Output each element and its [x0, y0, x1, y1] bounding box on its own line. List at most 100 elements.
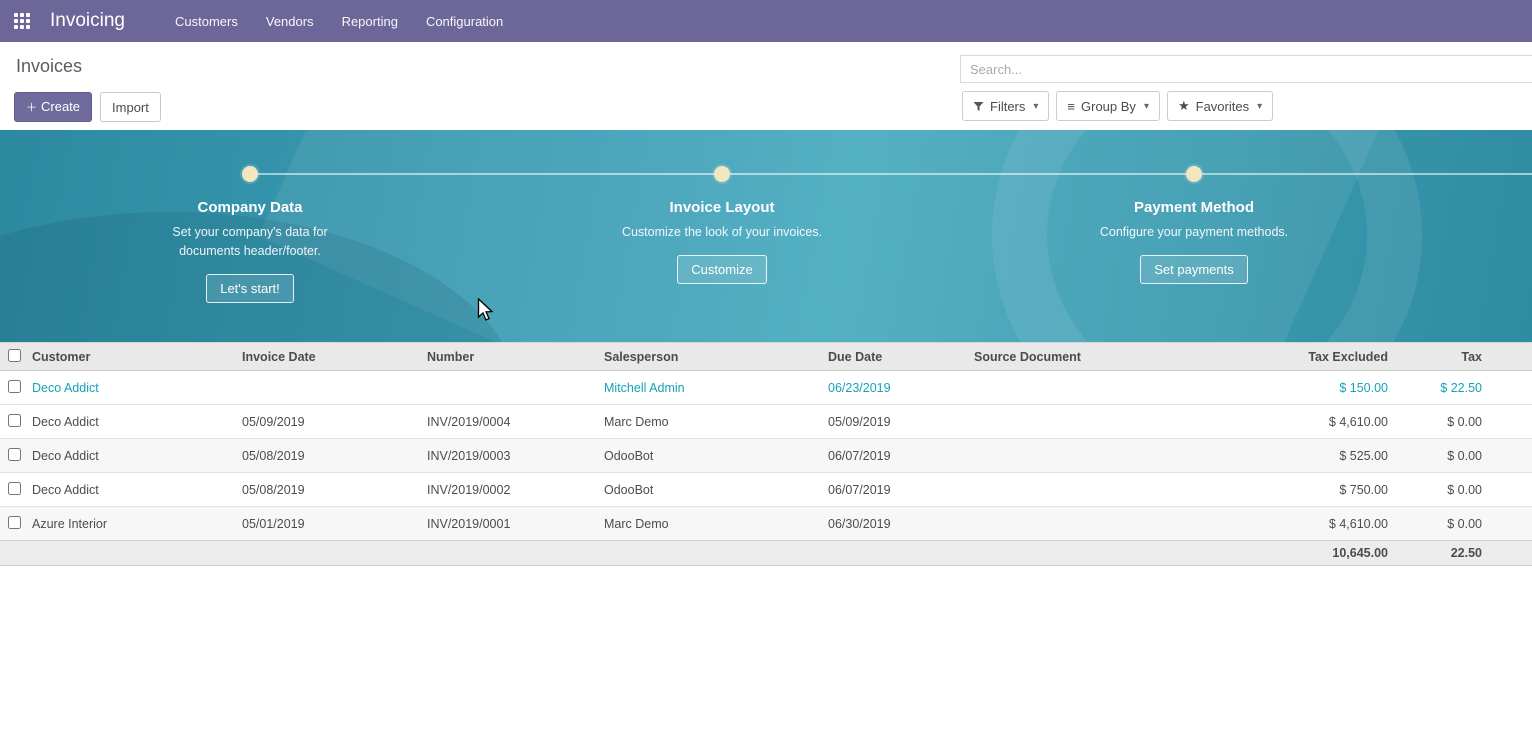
table-row[interactable]: Deco Addict 05/08/2019 INV/2019/0002 Odo…: [0, 473, 1532, 507]
cell-invoice-date[interactable]: 05/08/2019: [238, 439, 423, 473]
step-description: Set your company's data for documents he…: [148, 223, 353, 261]
cell-source-document[interactable]: [970, 507, 1222, 541]
onboarding-step-company-data: Company Data Set your company's data for…: [14, 166, 486, 303]
favorites-button[interactable]: ★ Favorites ▾: [1167, 91, 1273, 121]
row-checkbox[interactable]: [8, 448, 21, 461]
create-button[interactable]: ＋Create: [14, 92, 92, 122]
cell-customer[interactable]: Deco Addict: [28, 405, 238, 439]
cell-salesperson[interactable]: OdooBot: [600, 439, 824, 473]
cell-invoice-date[interactable]: 05/01/2019: [238, 507, 423, 541]
action-buttons: ＋Create Import: [14, 92, 161, 122]
invoices-table: Customer Invoice Date Number Salesperson…: [0, 342, 1532, 566]
cell-salesperson[interactable]: Marc Demo: [600, 405, 824, 439]
nav-item-customers[interactable]: Customers: [161, 0, 252, 42]
cell-source-document[interactable]: [970, 473, 1222, 507]
table-row[interactable]: Deco Addict 05/09/2019 INV/2019/0004 Mar…: [0, 405, 1532, 439]
cell-due-date[interactable]: 06/07/2019: [824, 473, 970, 507]
cell-number[interactable]: INV/2019/0002: [423, 473, 600, 507]
onboarding-step-payment-method: Payment Method Configure your payment me…: [958, 166, 1430, 284]
table-row[interactable]: Deco Addict 05/08/2019 INV/2019/0003 Odo…: [0, 439, 1532, 473]
cell-salesperson[interactable]: OdooBot: [600, 473, 824, 507]
set-payments-button[interactable]: Set payments: [1140, 255, 1248, 284]
cell-tax-excluded[interactable]: $ 4,610.00: [1222, 507, 1392, 541]
table-row[interactable]: Azure Interior 05/01/2019 INV/2019/0001 …: [0, 507, 1532, 541]
import-button[interactable]: Import: [100, 92, 161, 122]
step-description: Configure your payment methods.: [1092, 223, 1297, 242]
cell-tax-excluded[interactable]: $ 525.00: [1222, 439, 1392, 473]
cell-tax-excluded[interactable]: $ 4,610.00: [1222, 405, 1392, 439]
cell-invoice-date[interactable]: 05/09/2019: [238, 405, 423, 439]
step-dot-icon: [1186, 166, 1202, 182]
cell-number[interactable]: [423, 371, 600, 405]
cell-tax[interactable]: $ 0.00: [1392, 473, 1532, 507]
onboarding-banner: Company Data Set your company's data for…: [0, 130, 1532, 342]
column-header-customer[interactable]: Customer: [28, 343, 238, 371]
filter-bar: Filters ▾ ≡ Group By ▾ ★ Favorites ▾: [962, 91, 1273, 121]
step-dot-icon: [714, 166, 730, 182]
nav-item-configuration[interactable]: Configuration: [412, 0, 517, 42]
caret-down-icon: ▾: [1144, 101, 1149, 112]
cell-tax[interactable]: $ 0.00: [1392, 507, 1532, 541]
cell-tax[interactable]: $ 0.00: [1392, 439, 1532, 473]
nav-item-vendors[interactable]: Vendors: [252, 0, 328, 42]
column-header-tax[interactable]: Tax: [1392, 343, 1532, 371]
caret-down-icon: ▾: [1257, 101, 1262, 112]
plus-icon: ＋: [26, 102, 37, 114]
select-all-checkbox[interactable]: [8, 349, 21, 362]
table-totals-row: 10,645.00 22.50: [0, 541, 1532, 566]
search-box: [960, 55, 1532, 83]
app-title[interactable]: Invoicing: [50, 10, 125, 32]
cell-customer[interactable]: Deco Addict: [28, 371, 238, 405]
cell-tax[interactable]: $ 22.50: [1392, 371, 1532, 405]
lets-start-button[interactable]: Let's start!: [206, 274, 294, 303]
column-header-due-date[interactable]: Due Date: [824, 343, 970, 371]
cell-customer[interactable]: Azure Interior: [28, 507, 238, 541]
cell-source-document[interactable]: [970, 439, 1222, 473]
step-title: Payment Method: [958, 199, 1430, 216]
filter-icon: [973, 101, 984, 112]
row-checkbox[interactable]: [8, 516, 21, 529]
group-by-button[interactable]: ≡ Group By ▾: [1056, 91, 1160, 121]
cell-number[interactable]: INV/2019/0004: [423, 405, 600, 439]
top-navbar: Invoicing Customers Vendors Reporting Co…: [0, 0, 1532, 42]
group-by-icon: ≡: [1067, 99, 1075, 114]
step-description: Customize the look of your invoices.: [620, 223, 825, 242]
row-checkbox[interactable]: [8, 414, 21, 427]
table-row[interactable]: Deco Addict Mitchell Admin 06/23/2019 $ …: [0, 371, 1532, 405]
cell-source-document[interactable]: [970, 371, 1222, 405]
row-checkbox[interactable]: [8, 482, 21, 495]
nav-item-reporting[interactable]: Reporting: [328, 0, 412, 42]
page-title: Invoices: [16, 56, 82, 77]
filters-button[interactable]: Filters ▾: [962, 91, 1049, 121]
column-header-tax-excluded[interactable]: Tax Excluded: [1222, 343, 1392, 371]
table-header-row: Customer Invoice Date Number Salesperson…: [0, 343, 1532, 371]
cell-invoice-date[interactable]: [238, 371, 423, 405]
column-header-invoice-date[interactable]: Invoice Date: [238, 343, 423, 371]
cell-due-date[interactable]: 06/23/2019: [824, 371, 970, 405]
cell-salesperson[interactable]: Marc Demo: [600, 507, 824, 541]
customize-button[interactable]: Customize: [677, 255, 766, 284]
column-header-salesperson[interactable]: Salesperson: [600, 343, 824, 371]
nav-menu: Customers Vendors Reporting Configuratio…: [161, 0, 517, 42]
cell-invoice-date[interactable]: 05/08/2019: [238, 473, 423, 507]
star-icon: ★: [1178, 98, 1190, 114]
column-header-number[interactable]: Number: [423, 343, 600, 371]
step-title: Invoice Layout: [486, 199, 958, 216]
cell-tax[interactable]: $ 0.00: [1392, 405, 1532, 439]
cell-due-date[interactable]: 06/07/2019: [824, 439, 970, 473]
cell-customer[interactable]: Deco Addict: [28, 473, 238, 507]
onboarding-step-invoice-layout: Invoice Layout Customize the look of you…: [486, 166, 958, 284]
cell-number[interactable]: INV/2019/0001: [423, 507, 600, 541]
cell-source-document[interactable]: [970, 405, 1222, 439]
cell-due-date[interactable]: 05/09/2019: [824, 405, 970, 439]
cell-tax-excluded[interactable]: $ 150.00: [1222, 371, 1392, 405]
column-header-source-document[interactable]: Source Document: [970, 343, 1222, 371]
cell-salesperson[interactable]: Mitchell Admin: [600, 371, 824, 405]
cell-due-date[interactable]: 06/30/2019: [824, 507, 970, 541]
apps-grid-icon[interactable]: [14, 13, 30, 29]
cell-tax-excluded[interactable]: $ 750.00: [1222, 473, 1392, 507]
search-input[interactable]: [960, 55, 1532, 83]
cell-customer[interactable]: Deco Addict: [28, 439, 238, 473]
row-checkbox[interactable]: [8, 380, 21, 393]
cell-number[interactable]: INV/2019/0003: [423, 439, 600, 473]
